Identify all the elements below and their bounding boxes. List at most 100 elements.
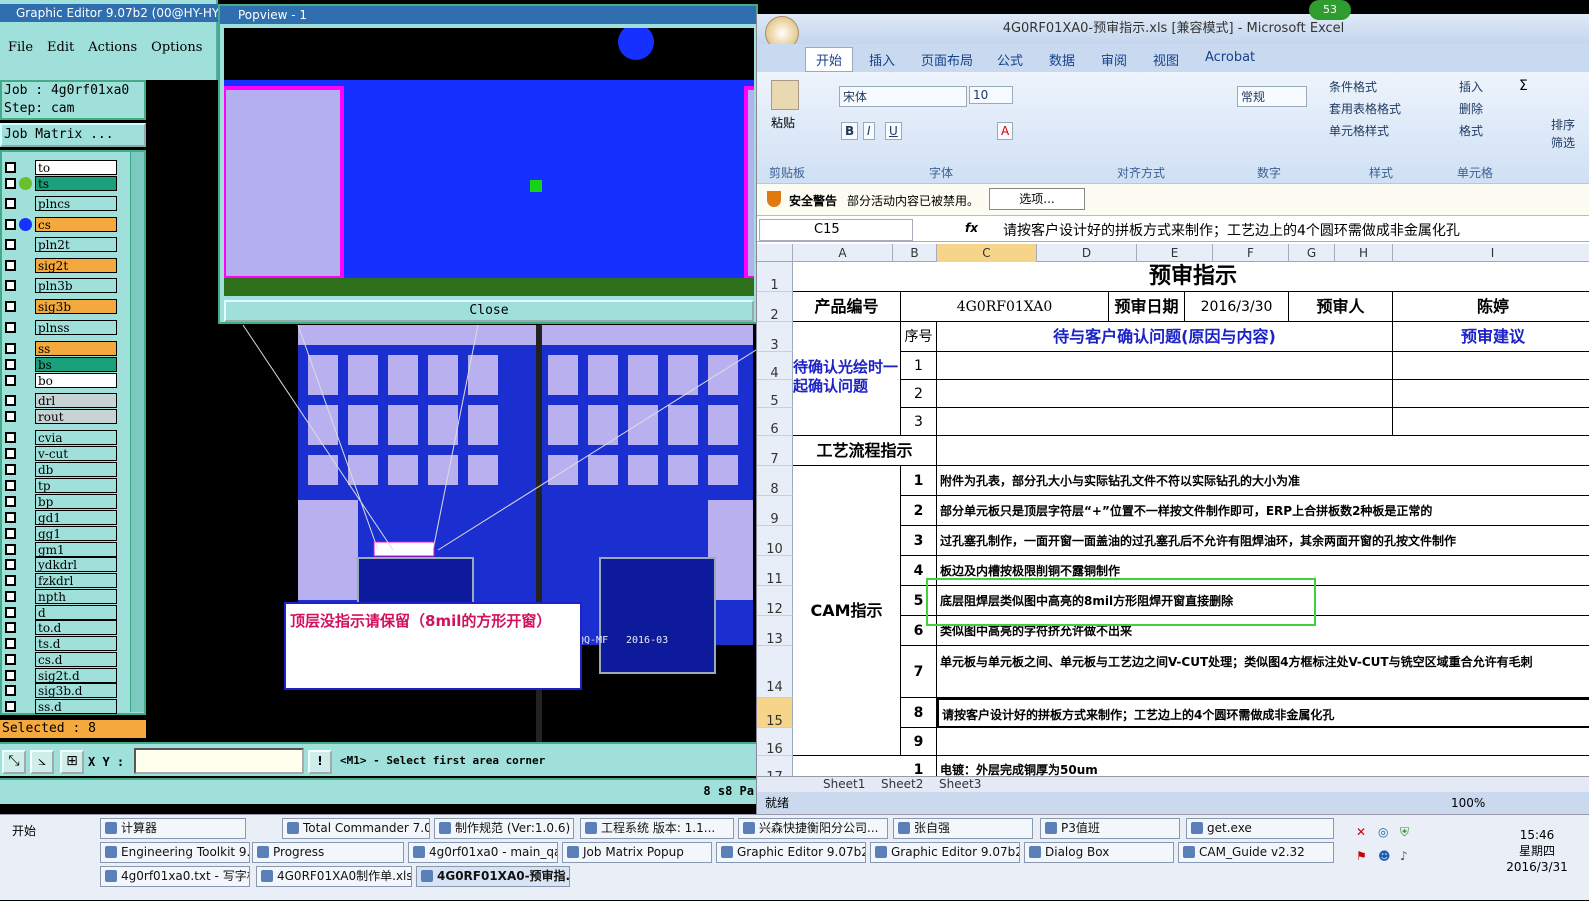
reviewer-value[interactable]: 陈婷 [1393, 292, 1589, 322]
sum-icon[interactable]: Σ [1519, 78, 1528, 94]
column-header[interactable]: G [1289, 244, 1335, 262]
font-size-select[interactable]: 10 [969, 86, 1013, 104]
layer-row[interactable]: bs [2, 357, 132, 372]
network-icon[interactable]: ◎ [1378, 825, 1388, 839]
column-header[interactable]: I [1393, 244, 1589, 262]
layer-row[interactable]: sig2t.d [2, 668, 132, 683]
zoom-area-icon[interactable]: ⤡ [2, 750, 26, 774]
layer-checkbox[interactable] [5, 432, 16, 443]
row-header[interactable]: 4 [757, 352, 793, 381]
tab-review[interactable]: 审阅 [1101, 50, 1127, 69]
cam-item-number[interactable]: 3 [901, 526, 937, 556]
tab-page-layout[interactable]: 页面布局 [921, 50, 973, 69]
bold-icon[interactable]: B [841, 122, 859, 140]
cell[interactable] [937, 436, 1589, 466]
tab-insert[interactable]: 插入 [869, 50, 895, 69]
layer-row[interactable]: sig2t [2, 258, 132, 273]
row-header[interactable]: 14 [757, 646, 793, 698]
spreadsheet-grid[interactable]: 1234567891011121314151617预审指示产品编号4G0RF01… [757, 262, 1589, 782]
taskbar-button[interactable]: get.exe [1186, 818, 1334, 839]
font-color-icon[interactable]: A [997, 122, 1014, 140]
layer-checkbox[interactable] [5, 280, 16, 291]
alert-icon[interactable]: ! [308, 750, 332, 774]
layer-row[interactable]: gm1 [2, 542, 132, 557]
layer-checkbox[interactable] [5, 198, 16, 209]
confirm-number[interactable]: 3 [901, 408, 937, 436]
taskbar-button[interactable]: Graphic Editor 9.07b2 (0... [870, 842, 1020, 863]
cell[interactable] [1393, 408, 1589, 436]
cam-item-text[interactable]: 请按客户设计好的拼板方式来制作；工艺边上的4个圆环需做成非金属化孔 [937, 698, 1589, 728]
layer-checkbox[interactable] [5, 685, 16, 696]
layer-row[interactable]: ts.d [2, 636, 132, 651]
column-header[interactable]: F [1213, 244, 1289, 262]
row-header[interactable]: 10 [757, 526, 793, 557]
tab-view[interactable]: 视图 [1153, 50, 1179, 69]
row-header[interactable]: 6 [757, 408, 793, 437]
layer-row[interactable]: ydkdrl [2, 557, 132, 572]
layer-checkbox[interactable] [5, 575, 16, 586]
taskbar-button[interactable]: 制作规范 (Ver:1.0.6) [434, 818, 574, 839]
filter-label[interactable]: 筛选 [1551, 134, 1575, 151]
formula-input[interactable]: 请按客户设计好的拼板方式来制作；工艺边上的4个圆环需做成非金属化孔 [1003, 220, 1460, 240]
cell[interactable] [937, 408, 1393, 436]
number-format-select[interactable]: 常规 [1237, 86, 1307, 107]
layer-row[interactable]: fzkdrl [2, 573, 132, 588]
layer-checkbox[interactable] [5, 701, 16, 712]
cell-styles-button[interactable]: 单元格样式 [1329, 122, 1389, 139]
layer-row[interactable]: cs [2, 217, 132, 232]
layer-row[interactable]: npth [2, 589, 132, 604]
chat-tray-icon[interactable]: ☻ [1378, 849, 1391, 863]
cam-item-text[interactable]: 单元板与单元板之间、单元板与工艺边之间V-CUT处理；类似图4方框标注处V-CU… [937, 646, 1589, 698]
confirm-header[interactable]: 待与客户确认问题(原因与内容) [937, 322, 1393, 352]
date-label[interactable]: 预审日期 [1109, 292, 1185, 322]
row-header[interactable]: 1 [757, 262, 793, 293]
excel-titlebar[interactable]: 4G0RF01XA0-预审指示.xls [兼容模式] - Microsoft E… [757, 14, 1589, 44]
seq-label[interactable]: 序号 [901, 322, 937, 352]
cam-label[interactable]: CAM指示 [793, 466, 901, 756]
taskbar-button[interactable]: Total Commander 7.0 ... [282, 818, 430, 839]
taskbar-button[interactable]: P3值班 [1040, 818, 1180, 839]
job-matrix-button[interactable]: Job Matrix ... [0, 123, 146, 147]
graphic-editor-titlebar[interactable]: Graphic Editor 9.07b2 (00@HY-HYCA [0, 4, 218, 22]
process-label[interactable]: 工艺流程指示 [793, 436, 937, 466]
layer-row[interactable]: tp [2, 478, 132, 493]
layer-row[interactable]: db [2, 462, 132, 477]
cam-item-text[interactable]: 附件为孔表，部分孔大小与实际钻孔文件不符以实际钻孔的大小为准 [937, 466, 1589, 496]
taskbar-button[interactable]: 张自强 [893, 818, 1033, 839]
menu-options[interactable]: Options [151, 40, 202, 55]
layer-row[interactable]: ss.d [2, 699, 132, 714]
tab-home[interactable]: 开始 [805, 47, 854, 72]
column-header[interactable]: B [893, 244, 937, 262]
taskbar-button[interactable]: 兴森快捷衡阳分公司... [738, 818, 888, 839]
layer-checkbox[interactable] [5, 591, 16, 602]
layer-row[interactable]: cvia [2, 430, 132, 445]
delete-cells-button[interactable]: 删除 [1459, 100, 1483, 117]
layer-row[interactable]: to [2, 160, 132, 175]
row-header[interactable]: 5 [757, 380, 793, 409]
layer-row[interactable]: gg1 [2, 526, 132, 541]
taskbar-button[interactable]: Progress [252, 842, 404, 863]
confirm-number[interactable]: 1 [901, 352, 937, 380]
row-header[interactable]: 8 [757, 466, 793, 497]
layer-checkbox[interactable] [5, 622, 16, 633]
layer-row[interactable]: d [2, 605, 132, 620]
volume-icon[interactable]: ♪ [1400, 849, 1408, 863]
cam-item-number[interactable]: 2 [901, 496, 937, 526]
layer-checkbox[interactable] [5, 480, 16, 491]
layer-row[interactable]: gd1 [2, 510, 132, 525]
layer-row[interactable]: bp [2, 494, 132, 509]
cam-item-text[interactable] [937, 728, 1589, 756]
layer-list-scrollbar[interactable] [130, 152, 144, 712]
taskbar-button[interactable]: Job Matrix Popup [562, 842, 712, 863]
confirm-section[interactable]: 待确认光绘时一起确认问题 [793, 322, 901, 436]
cell[interactable] [937, 352, 1393, 380]
menu-file[interactable]: File [8, 40, 33, 55]
cam-item-number[interactable]: 7 [901, 646, 937, 698]
conditional-format-button[interactable]: 条件格式 [1329, 78, 1377, 95]
layer-checkbox[interactable] [5, 301, 16, 312]
layer-checkbox[interactable] [5, 559, 16, 570]
name-box[interactable]: C15 [759, 219, 913, 241]
cell[interactable] [937, 380, 1393, 408]
layer-checkbox[interactable] [5, 528, 16, 539]
layer-row[interactable]: v-cut [2, 446, 132, 461]
